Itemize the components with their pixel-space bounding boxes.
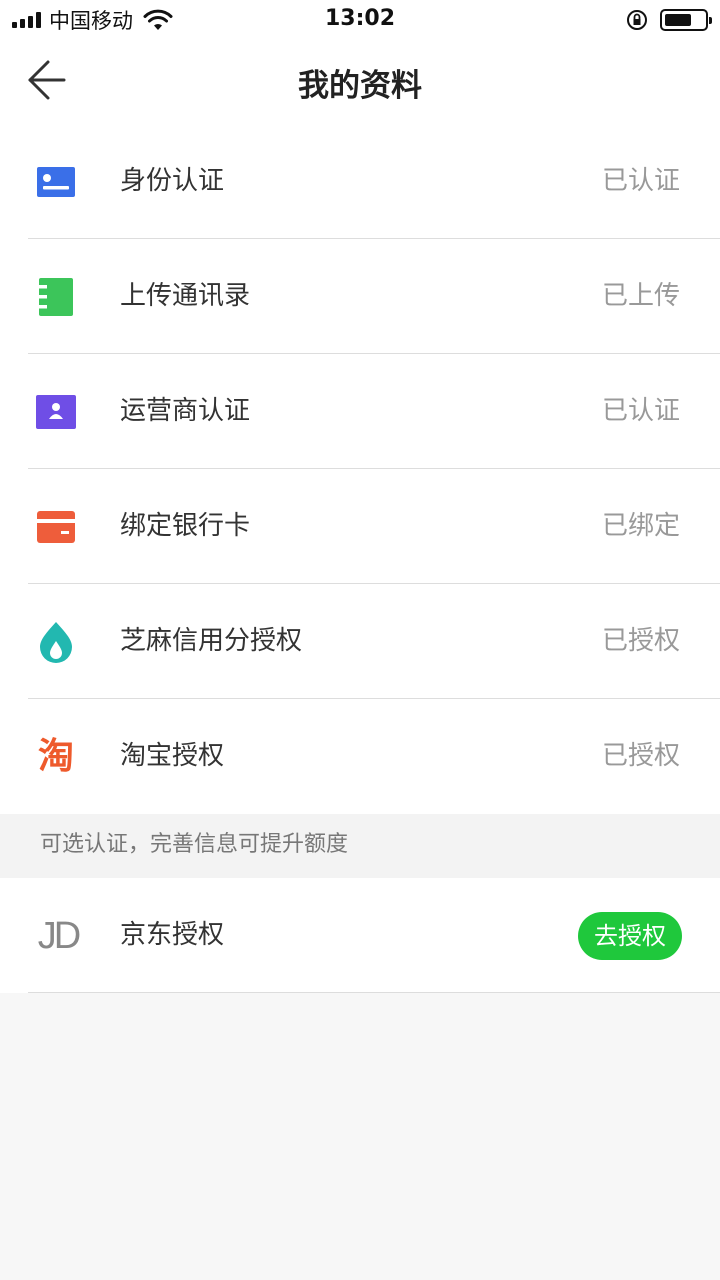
item-label: 上传通讯录 <box>120 281 251 311</box>
item-status: 已上传 <box>601 281 680 311</box>
list-item-sesame-credit[interactable]: 芝麻信用分授权 已授权 <box>0 584 720 699</box>
authorize-button[interactable]: 去授权 <box>578 912 682 960</box>
item-status: 已授权 <box>601 626 680 656</box>
item-label: 淘宝授权 <box>120 741 225 771</box>
optional-tip-text: 可选认证，完善信息可提升额度 <box>40 832 349 857</box>
battery-icon <box>660 9 712 31</box>
item-label: 芝麻信用分授权 <box>120 626 303 656</box>
item-status: 已认证 <box>601 166 680 196</box>
item-status: 已认证 <box>601 396 680 426</box>
optional-items-list: JD 京东授权 去授权 <box>0 878 720 993</box>
item-status: 已绑定 <box>601 511 680 541</box>
divider <box>28 992 720 993</box>
profile-items-list: 身份认证 已认证 上传通讯录 已上传 运营商认证 已认证 绑定银行卡 已绑定 芝… <box>0 124 720 814</box>
list-item-taobao-authorization[interactable]: 淘 淘宝授权 已授权 <box>0 699 720 814</box>
list-item-bind-bank-card[interactable]: 绑定银行卡 已绑定 <box>0 469 720 584</box>
item-status: 已授权 <box>601 741 680 771</box>
list-item-upload-contacts[interactable]: 上传通讯录 已上传 <box>0 239 720 354</box>
sesame-drop-icon <box>36 622 76 663</box>
list-item-operator-verification[interactable]: 运营商认证 已认证 <box>0 354 720 469</box>
item-label: 绑定银行卡 <box>120 511 251 541</box>
list-item-identity-verification[interactable]: 身份认证 已认证 <box>0 124 720 239</box>
page-title: 我的资料 <box>298 68 422 104</box>
contacts-book-icon <box>36 277 76 317</box>
nav-bar: 我的资料 <box>0 40 720 124</box>
taobao-icon: 淘 <box>37 736 74 777</box>
id-card-icon <box>36 162 76 202</box>
clock: 13:02 <box>324 6 396 31</box>
operator-user-icon <box>36 392 76 432</box>
optional-section-header: 可选认证，完善信息可提升额度 <box>0 814 720 878</box>
bank-card-icon <box>36 507 76 547</box>
item-label: 京东授权 <box>120 920 225 950</box>
item-label: 身份认证 <box>120 166 225 196</box>
list-item-jd-authorization[interactable]: JD 京东授权 去授权 <box>0 878 720 993</box>
jd-logo-icon: JD <box>37 914 81 957</box>
orientation-lock-icon <box>627 10 647 30</box>
item-label: 运营商认证 <box>120 396 251 426</box>
status-bar: 中国移动 13:02 <box>0 0 720 40</box>
